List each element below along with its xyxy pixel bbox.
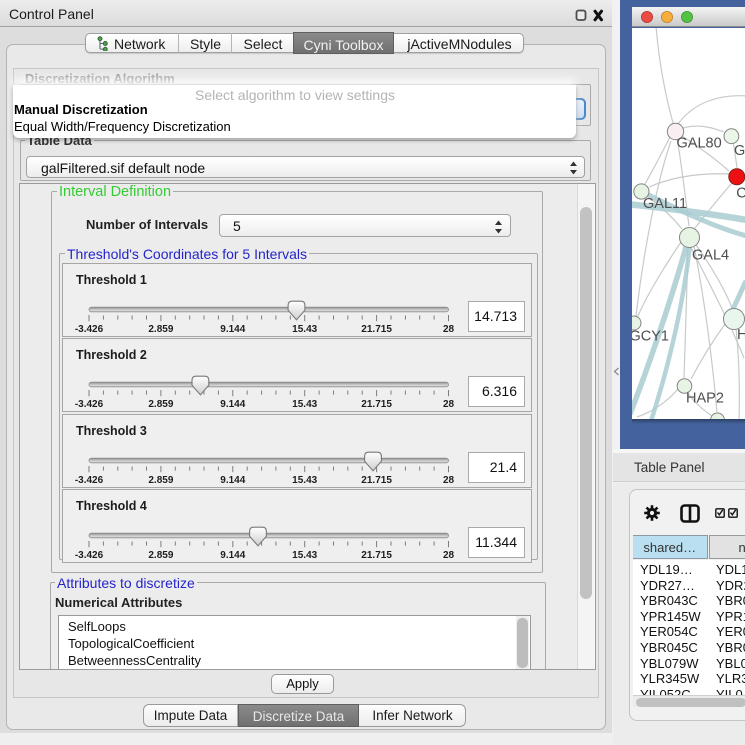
- svg-text:HAP4: HAP4: [737, 327, 745, 343]
- svg-text:-3.426: -3.426: [75, 324, 104, 335]
- svg-text:15.43: 15.43: [292, 399, 317, 410]
- svg-text:GCY1: GCY1: [632, 329, 669, 345]
- svg-text:9.144: 9.144: [220, 475, 245, 486]
- svg-text:GAL4: GAL4: [692, 248, 729, 264]
- svg-text:28: 28: [443, 475, 455, 486]
- svg-text:21.715: 21.715: [361, 399, 392, 410]
- svg-text:-3.426: -3.426: [75, 475, 104, 486]
- svg-text:15.43: 15.43: [292, 550, 317, 561]
- svg-text:2.859: 2.859: [148, 475, 173, 486]
- svg-text:9.144: 9.144: [220, 399, 245, 410]
- svg-text:21.715: 21.715: [361, 324, 392, 335]
- svg-text:GAL2: GAL2: [734, 143, 745, 159]
- svg-text:15.43: 15.43: [292, 324, 317, 335]
- svg-text:GAL80: GAL80: [677, 136, 722, 152]
- svg-text:2.859: 2.859: [148, 324, 173, 335]
- svg-text:-3.426: -3.426: [75, 399, 104, 410]
- svg-text:28: 28: [443, 550, 455, 561]
- svg-text:CYC8: CYC8: [736, 186, 745, 202]
- svg-text:-3.426: -3.426: [75, 550, 104, 561]
- svg-text:GAL11: GAL11: [643, 196, 687, 212]
- svg-text:28: 28: [443, 399, 455, 410]
- svg-text:9.144: 9.144: [220, 550, 245, 561]
- svg-text:28: 28: [443, 324, 455, 335]
- svg-text:21.715: 21.715: [361, 475, 392, 486]
- svg-text:HAP2: HAP2: [686, 391, 724, 407]
- svg-text:2.859: 2.859: [148, 399, 173, 410]
- svg-text:2.859: 2.859: [148, 550, 173, 561]
- svg-text:15.43: 15.43: [292, 475, 317, 486]
- svg-text:21.715: 21.715: [361, 550, 392, 561]
- svg-text:9.144: 9.144: [220, 324, 245, 335]
